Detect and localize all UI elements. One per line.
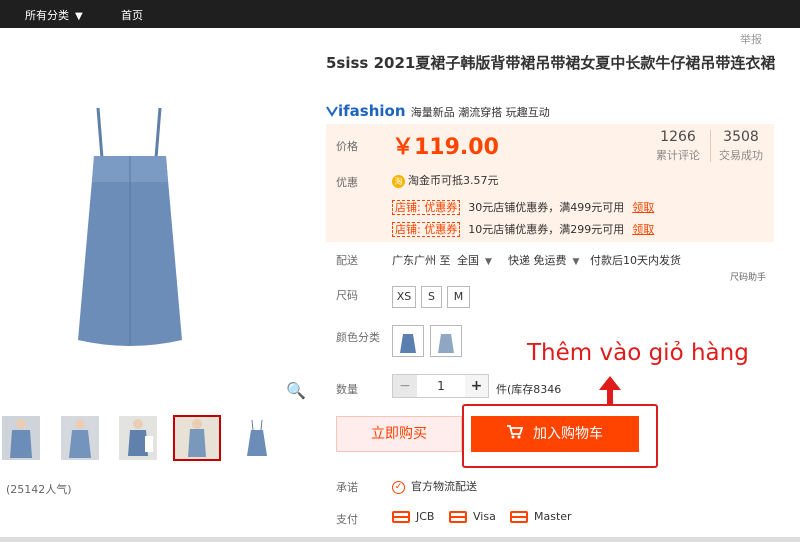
shipping-destination-select[interactable]: 全国 ▼ [457,252,492,268]
brand-tags: 海量新品 潮流穿搭 玩趣互动 [410,106,550,119]
zoom-icon[interactable]: 🔍 [286,381,306,400]
annotation-callout: Thêm vào giỏ hàng [527,340,749,366]
coupon-desc: 10元店铺优惠券，满299元可用 [468,223,625,236]
claim-coupon-link[interactable]: 领取 [632,201,654,214]
shipping-from: 广东广州 至 [392,254,451,267]
sales-count: 3508 [723,129,759,145]
ifashion-heart-icon [326,106,338,117]
credit-card-icon [449,511,467,523]
service-label: 承诺 [336,481,358,494]
coupon-desc: 30元店铺优惠券，满499元可用 [468,201,625,214]
sales-label: 交易成功 [719,149,763,162]
stat-divider [710,130,711,162]
payment-method-label: JCB [416,510,435,523]
coupon-tag: 店铺: 优惠券 [392,222,461,237]
thumbnail-3-image [119,416,157,460]
reviews-label: 累计评论 [656,149,700,162]
quantity-increase-button[interactable]: + [465,375,488,397]
annotation-arrow-icon [599,376,621,406]
bottom-divider [0,537,800,542]
size-option-xs[interactable]: XS [392,286,416,308]
caret-down-icon: ▼ [75,11,83,22]
thumbnail-5-image [238,416,276,460]
payment-master: Master [510,510,572,523]
coupon-tag: 店铺: 优惠券 [392,200,461,215]
price-label: 价格 [336,140,358,153]
add-to-cart-label: 加入购物车 [533,426,603,442]
size-option-m[interactable]: M [447,286,470,308]
coin-text: 淘金币可抵3.57元 [408,174,499,187]
check-circle-icon: ✓ [392,480,405,494]
coupon-row-1: 店铺: 优惠券 30元店铺优惠券，满499元可用 领取 [392,199,654,215]
payment-label: 支付 [336,513,358,526]
color-label: 颜色分类 [336,331,380,344]
service-text: 官方物流配送 [411,480,477,493]
report-link[interactable]: 举报 [740,31,762,47]
ifashion-logo-text: ifashion [338,102,406,120]
product-main-image [78,107,182,346]
size-label: 尺码 [336,289,358,302]
size-helper-link[interactable]: 尺码助手 [730,270,766,283]
home-link[interactable]: 首页 [121,7,143,23]
coupon-row-2: 店铺: 优惠券 10元店铺优惠券，满299元可用 领取 [392,221,654,237]
claim-coupon-link[interactable]: 领取 [632,223,654,236]
coin-icon: 淘 [392,174,405,188]
price-value: ￥119.00 [392,135,499,160]
product-title: 5siss 2021夏裙子韩版背带裙吊带裙女夏中长款牛仔裙吊带连衣裙 [326,54,776,72]
caret-down-icon: ▼ [485,257,492,267]
quantity-stepper: − 1 + [392,374,489,398]
top-nav-bar: 所有分类 ▼ 首页 [0,0,800,28]
payment-jcb: JCB [392,510,434,523]
all-categories-menu[interactable]: 所有分类 ▼ [25,7,83,23]
delivery-time: 付款后10天内发货 [590,254,681,267]
reviews-stat[interactable]: 1266 累计评论 [648,129,708,163]
shipping-fee-select[interactable]: 快递 免运费 ▼ [508,252,579,268]
buy-now-button[interactable]: 立即购买 [336,416,462,452]
thumbnail-2[interactable] [61,416,99,460]
quantity-input[interactable]: 1 [417,375,465,397]
popularity-count: (25142人气) [6,483,72,496]
cart-icon [507,425,524,439]
service-row: ✓ 官方物流配送 [392,478,477,494]
quantity-decrease-button[interactable]: − [393,375,417,397]
size-option-s[interactable]: S [421,286,442,308]
color-option-dark-blue[interactable] [392,325,424,357]
color-option-light-blue[interactable] [430,325,462,357]
payment-method-label: Visa [473,510,496,523]
payment-visa: Visa [449,510,496,523]
ifashion-logo: ifashion [326,102,411,120]
price-panel: 价格 ￥119.00 1266 累计评论 3508 交易成功 优惠 淘淘金币可抵… [326,124,774,242]
color-swatch-light-blue [438,334,454,353]
stock-text: 件(库存8346 [496,383,562,396]
color-swatch-dark-blue [400,334,416,353]
quantity-label: 数量 [336,383,358,396]
shipping-destination: 全国 [457,254,479,267]
credit-card-icon [392,511,410,523]
thumbnail-3[interactable] [119,416,157,460]
thumbnail-4-image [175,417,219,459]
thumbnail-1-image [2,416,40,460]
thumbnail-4-selected[interactable] [173,415,221,461]
reviews-count: 1266 [660,129,696,145]
add-to-cart-button[interactable]: 加入购物车 [471,416,639,452]
all-categories-label: 所有分类 [25,9,69,22]
thumbnail-2-image [61,416,99,460]
sales-stat: 3508 交易成功 [716,129,766,163]
thumbnail-5[interactable] [238,416,276,460]
caret-down-icon: ▼ [572,257,580,267]
shipping-label: 配送 [336,254,358,267]
payment-method-label: Master [534,510,572,523]
shipping-fee: 快递 免运费 [508,254,567,267]
taojinbi-row: 淘淘金币可抵3.57元 [392,172,499,188]
brand-row: ifashion 海量新品 潮流穿搭 玩趣互动 [326,102,550,120]
thumbnail-1[interactable] [2,416,40,460]
promo-label: 优惠 [336,176,358,189]
credit-card-icon [510,511,528,523]
